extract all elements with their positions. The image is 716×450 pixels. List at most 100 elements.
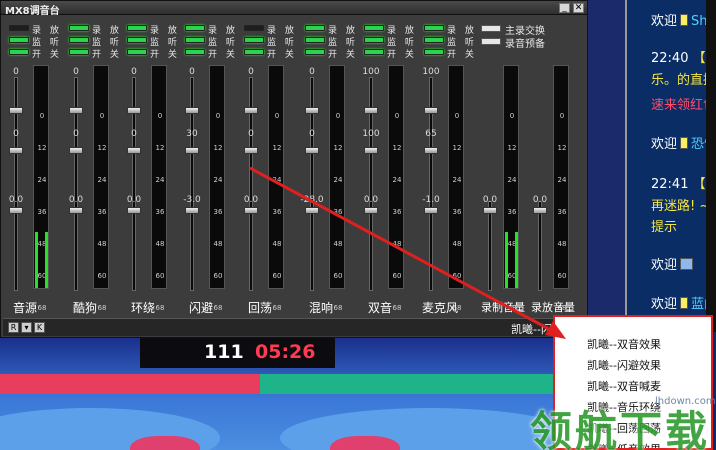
fader-knob-mid[interactable] xyxy=(69,147,83,154)
main-rec-switch-button[interactable] xyxy=(481,25,501,32)
sw-toggle-button[interactable] xyxy=(9,49,29,55)
rec-toggle-button[interactable] xyxy=(69,25,89,31)
fader-knob-bot[interactable] xyxy=(424,207,438,214)
header-row: 监 听 xyxy=(125,35,181,48)
rec-toggle-button[interactable] xyxy=(424,25,444,31)
fader-knob-top[interactable] xyxy=(9,107,23,114)
rec-preview-switch-button[interactable] xyxy=(481,38,501,45)
chat-scrollbar[interactable] xyxy=(706,0,716,332)
master-fader-knob[interactable] xyxy=(483,207,497,214)
mon-toggle-button[interactable] xyxy=(424,37,444,43)
fader-knob-mid[interactable] xyxy=(424,147,438,154)
fader-knob-top[interactable] xyxy=(244,107,258,114)
fader-knob-top[interactable] xyxy=(185,107,199,114)
fader-knob-mid[interactable] xyxy=(127,147,141,154)
meter-tick: 36 xyxy=(507,208,517,216)
mon-toggle-button[interactable] xyxy=(9,37,29,43)
meter-tick: 36 xyxy=(452,208,462,216)
fader-knob-mid[interactable] xyxy=(364,147,378,154)
sw-toggle-button[interactable] xyxy=(185,49,205,55)
mon-toggle-button[interactable] xyxy=(185,37,205,43)
header-row: 监 听 xyxy=(183,35,239,48)
meter-tick: 36 xyxy=(213,208,223,216)
meter-level-fill xyxy=(35,232,38,288)
mon-toggle-button[interactable] xyxy=(305,37,325,43)
meter-tick: 24 xyxy=(392,176,402,184)
meter-tick: 24 xyxy=(213,176,223,184)
header-row: 开 关 xyxy=(7,47,63,60)
level-meter: 0 12 24 36 48 60 68 xyxy=(329,65,345,312)
meter-tick: 36 xyxy=(272,208,282,216)
fader-knob-bot[interactable] xyxy=(9,207,23,214)
meter-tick: 0 xyxy=(394,112,400,120)
fader-knob-mid[interactable] xyxy=(185,147,199,154)
k-button[interactable]: K xyxy=(34,322,45,333)
chat-text: 欢迎 xyxy=(651,137,678,152)
channel-name: 闪避 xyxy=(188,301,213,315)
mon-toggle-button[interactable] xyxy=(127,37,147,43)
effect-menu-item[interactable]: 凯曦--双音效果 xyxy=(587,336,661,352)
fader-knob-top[interactable] xyxy=(305,107,319,114)
sw-toggle-button[interactable] xyxy=(69,49,89,55)
mon-toggle-button[interactable] xyxy=(244,37,264,43)
fader-knob-mid[interactable] xyxy=(9,147,23,154)
master-fader-value: 0.0 xyxy=(532,195,548,205)
sw-toggle-button[interactable] xyxy=(305,49,325,55)
chat-text: 22:40 xyxy=(651,51,689,66)
master-fader-value: 0.0 xyxy=(482,195,498,205)
rec-toggle-button[interactable] xyxy=(305,25,325,31)
channel-header: 录 放监 听开 关 xyxy=(183,23,239,60)
sw-toggle-button[interactable] xyxy=(127,49,147,55)
header-row: 开 关 xyxy=(303,47,359,60)
fader-value: 0 xyxy=(73,67,79,77)
header-row: 开 关 xyxy=(422,47,478,60)
fader-knob-top[interactable] xyxy=(127,107,141,114)
fader-value: 0 xyxy=(13,129,19,139)
minimize-button[interactable]: _ xyxy=(559,3,570,13)
sw-toggle-button[interactable] xyxy=(364,49,384,55)
effect-menu-item[interactable]: 凯曦--双音喊麦 xyxy=(587,378,661,394)
r-button[interactable]: R xyxy=(8,322,19,333)
rec-toggle-button[interactable] xyxy=(127,25,147,31)
sw-label: 开 关 xyxy=(150,50,180,60)
fader-knob-bot[interactable] xyxy=(305,207,319,214)
chat-message: 提示 xyxy=(651,216,677,235)
meter-tick: 60 xyxy=(155,272,165,280)
fader-knob-bot[interactable] xyxy=(69,207,83,214)
header-row: 监 听 xyxy=(67,35,123,48)
fader-knob-mid[interactable] xyxy=(244,147,258,154)
sw-toggle-button[interactable] xyxy=(244,49,264,55)
meter-tick: 12 xyxy=(213,144,223,152)
meter-tick: 12 xyxy=(155,144,165,152)
fader-knob-top[interactable] xyxy=(424,107,438,114)
mon-toggle-button[interactable] xyxy=(364,37,384,43)
rec-toggle-button[interactable] xyxy=(185,25,205,31)
channel-name: 麦克风 xyxy=(421,301,458,315)
sw-toggle-button[interactable] xyxy=(424,49,444,55)
rec-toggle-button[interactable] xyxy=(9,25,29,31)
meter-tick: 12 xyxy=(392,144,402,152)
level-meter: 0 12 24 36 48 60 68 xyxy=(268,65,284,312)
meter-tick: 24 xyxy=(333,176,343,184)
fader-knob-bot[interactable] xyxy=(364,207,378,214)
effect-menu-item[interactable]: 凯曦--闪避效果 xyxy=(587,357,661,373)
meter-tick: 12 xyxy=(507,144,517,152)
master-fader-track[interactable] xyxy=(538,201,542,291)
master-fader-knob[interactable] xyxy=(533,207,547,214)
master-fader-track[interactable] xyxy=(488,201,492,291)
dropdown-arrow-icon[interactable]: ▾ xyxy=(21,322,32,333)
fader-knob-bot[interactable] xyxy=(185,207,199,214)
close-button[interactable]: ✕ xyxy=(573,3,584,13)
fader-knob-mid[interactable] xyxy=(305,147,319,154)
header-row: 录 放 xyxy=(422,23,478,36)
rec-toggle-button[interactable] xyxy=(364,25,384,31)
fader-knob-bot[interactable] xyxy=(127,207,141,214)
rec-toggle-button[interactable] xyxy=(244,25,264,31)
chat-text: 欢迎 xyxy=(651,14,678,29)
fader-knob-bot[interactable] xyxy=(244,207,258,214)
meter-tick: 12 xyxy=(557,144,567,152)
fader-knob-top[interactable] xyxy=(69,107,83,114)
header-row: 监 听 xyxy=(362,35,418,48)
fader-knob-top[interactable] xyxy=(364,107,378,114)
mon-toggle-button[interactable] xyxy=(69,37,89,43)
